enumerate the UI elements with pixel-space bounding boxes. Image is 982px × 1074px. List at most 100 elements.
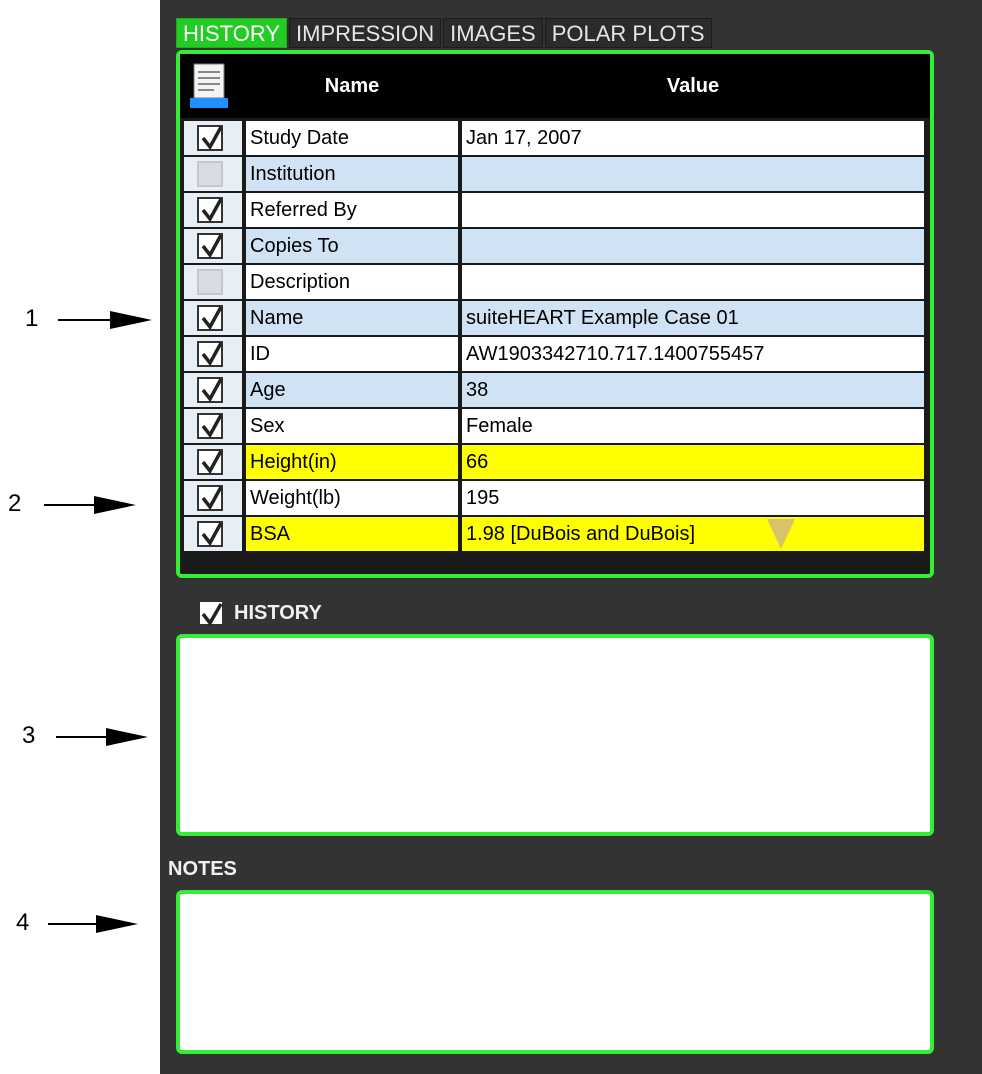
history-text-area[interactable]	[176, 634, 934, 836]
row-value: 1.98 [DuBois and DuBois]	[466, 523, 696, 545]
callout-number: 1	[25, 305, 39, 332]
row-checkbox[interactable]	[197, 341, 223, 367]
arrow-head-icon	[94, 496, 136, 514]
table-row[interactable]: Copies To	[184, 228, 924, 264]
row-checkbox[interactable]	[197, 377, 223, 403]
row-checkbox[interactable]	[197, 197, 223, 223]
row-check-cell	[184, 157, 242, 191]
row-check-cell	[184, 301, 242, 335]
row-name-cell: Name	[246, 301, 458, 335]
row-checkbox[interactable]	[197, 305, 223, 331]
dropdown-triangle-icon[interactable]	[767, 519, 795, 549]
table-row[interactable]: BSA 1.98 [DuBois and DuBois]	[184, 516, 924, 552]
row-checkbox[interactable]	[197, 233, 223, 259]
table-body: Study Date Jan 17, 2007 Institution Referre…	[184, 120, 924, 552]
row-name-cell: Study Date	[246, 121, 458, 155]
tab-label: IMPRESSION	[296, 21, 435, 46]
callout-2: 2	[0, 490, 160, 520]
row-value: Jan 17, 2007	[466, 127, 582, 149]
table-row[interactable]: Description	[184, 264, 924, 300]
table-row[interactable]: Referred By	[184, 192, 924, 228]
callout-number: 3	[22, 722, 36, 749]
checkmark-icon	[201, 378, 223, 403]
callout-1: 1	[0, 305, 160, 335]
checkmark-icon	[201, 234, 223, 259]
history-checkbox[interactable]	[198, 600, 224, 627]
table-row[interactable]: Study Date Jan 17, 2007	[184, 120, 924, 156]
row-value-cell[interactable]	[462, 193, 924, 227]
row-checkbox[interactable]	[197, 125, 223, 151]
tab-label: IMAGES	[450, 21, 536, 46]
tab-impression[interactable]: IMPRESSION	[289, 18, 442, 48]
row-name-cell: Age	[246, 373, 458, 407]
tab-history[interactable]: HISTORY	[176, 18, 287, 48]
notes-text-area[interactable]	[176, 890, 934, 1054]
callout-number: 2	[8, 490, 22, 517]
report-panel: HISTORY IMPRESSION IMAGES POLAR PLOTS Na…	[160, 0, 982, 1074]
row-check-cell	[184, 409, 242, 443]
callout-number: 4	[16, 909, 30, 936]
table-row[interactable]: Age 38	[184, 372, 924, 408]
row-value: 66	[466, 451, 489, 473]
table-header: Name Value	[180, 54, 930, 118]
row-value-cell[interactable]	[462, 157, 924, 191]
checkmark-icon	[201, 306, 223, 331]
checkmark-icon	[201, 126, 223, 151]
column-header-value[interactable]: Value	[462, 54, 924, 118]
notes-textarea[interactable]	[180, 894, 930, 1050]
column-header-name[interactable]: Name	[246, 54, 458, 118]
arrow-line	[48, 923, 102, 925]
arrow-head-icon	[96, 915, 138, 933]
row-value: 38	[466, 379, 489, 401]
row-check-cell	[184, 121, 242, 155]
row-value-cell[interactable]: 38	[462, 373, 924, 407]
callout-3: 3	[0, 722, 160, 752]
tab-label: POLAR PLOTS	[551, 21, 705, 46]
checkmark-icon	[201, 198, 223, 223]
table-row[interactable]: ID AW1903342710.717.1400755457	[184, 336, 924, 372]
row-value-cell[interactable]: Female	[462, 409, 924, 443]
document-icon[interactable]	[186, 60, 232, 112]
row-checkbox[interactable]	[197, 521, 223, 547]
row-checkbox[interactable]	[197, 161, 223, 187]
row-value-cell[interactable]: 195	[462, 481, 924, 515]
row-value: suiteHEART Example Case 01	[466, 307, 739, 329]
row-value-cell[interactable]: Jan 17, 2007	[462, 121, 924, 155]
table-row[interactable]: Weight(lb) 195	[184, 480, 924, 516]
table-row[interactable]: Institution	[184, 156, 924, 192]
checkmark-icon	[201, 342, 223, 367]
row-value-cell[interactable]	[462, 229, 924, 263]
row-value-cell[interactable]	[462, 265, 924, 299]
row-value-cell[interactable]: AW1903342710.717.1400755457	[462, 337, 924, 371]
row-name-cell: BSA	[246, 517, 458, 551]
row-value-cell[interactable]: 1.98 [DuBois and DuBois]	[462, 517, 924, 551]
row-value-cell[interactable]: 66	[462, 445, 924, 479]
row-name-cell: Height(in)	[246, 445, 458, 479]
table-row[interactable]: Sex Female	[184, 408, 924, 444]
row-name-cell: Referred By	[246, 193, 458, 227]
history-textarea[interactable]	[180, 638, 930, 832]
row-check-cell	[184, 229, 242, 263]
arrow-head-icon	[106, 728, 148, 746]
row-check-cell	[184, 265, 242, 299]
row-checkbox[interactable]	[197, 413, 223, 439]
arrow-head-icon	[110, 311, 152, 329]
row-checkbox[interactable]	[197, 485, 223, 511]
checkmark-icon	[201, 450, 223, 475]
row-value: Female	[466, 415, 533, 437]
tab-polar-plots[interactable]: POLAR PLOTS	[544, 18, 712, 48]
checkmark-icon	[201, 414, 223, 439]
row-name-cell: Sex	[246, 409, 458, 443]
tab-label: HISTORY	[183, 21, 280, 46]
row-checkbox[interactable]	[197, 269, 223, 295]
checkmark-icon	[201, 522, 223, 547]
table-row[interactable]: Name suiteHEART Example Case 01	[184, 300, 924, 336]
row-name-cell: Institution	[246, 157, 458, 191]
row-checkbox[interactable]	[197, 449, 223, 475]
history-label: HISTORY	[234, 602, 322, 624]
row-value-cell[interactable]: suiteHEART Example Case 01	[462, 301, 924, 335]
patient-info-table: Name Value Study Date Jan 17, 2007 Institu…	[176, 50, 934, 578]
tab-images[interactable]: IMAGES	[443, 18, 543, 48]
table-row[interactable]: Height(in) 66	[184, 444, 924, 480]
row-check-cell	[184, 517, 242, 551]
